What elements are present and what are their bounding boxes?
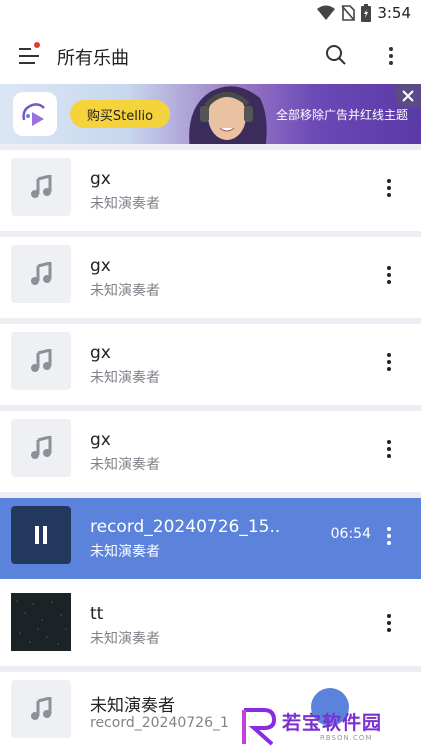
track-more-button[interactable]: [379, 524, 399, 548]
track-cover: [11, 245, 71, 303]
track-artist: 未知演奏者: [90, 544, 160, 560]
track-cover-art: [11, 593, 71, 651]
more-vert-icon: [387, 527, 391, 545]
track-cover: [11, 332, 71, 390]
row-divider: [0, 318, 421, 324]
app-bar: 所有乐曲: [0, 28, 421, 84]
track-row[interactable]: gx 未知演奏者: [0, 144, 421, 231]
buy-stellio-button[interactable]: 购买Stellio: [70, 100, 170, 128]
ad-model-image: [189, 86, 267, 144]
more-vert-icon: [387, 440, 391, 458]
track-more-button[interactable]: [379, 350, 399, 374]
music-note-icon: [31, 349, 52, 372]
track-artist: 未知演奏者: [90, 631, 160, 647]
row-divider: [0, 231, 421, 237]
pause-button[interactable]: [11, 506, 71, 564]
music-note-icon: [31, 175, 52, 198]
overflow-menu-button[interactable]: [379, 44, 403, 68]
track-row[interactable]: gx 未知演奏者: [0, 318, 421, 405]
track-title: gx: [90, 430, 111, 450]
row-divider: [0, 144, 421, 150]
track-cover: [11, 158, 71, 216]
battery-icon: [361, 4, 372, 22]
close-icon: [402, 90, 414, 102]
menu-icon: [19, 48, 39, 64]
track-duration: 06:54: [330, 526, 371, 542]
notification-dot: [34, 42, 40, 48]
more-vert-icon: [387, 614, 391, 632]
track-title: gx: [90, 343, 111, 363]
more-vert-icon: [389, 47, 393, 65]
watermark-subtext: RBSON.COM: [320, 734, 373, 742]
clock: 3:54: [377, 4, 411, 22]
track-artist: 未知演奏者: [90, 370, 160, 386]
track-list: gx 未知演奏者 gx 未知演奏者 gx 未知演奏者 gx 未知演奏者 reco…: [0, 144, 421, 748]
track-title: gx: [90, 169, 111, 189]
more-vert-icon: [387, 353, 391, 371]
music-note-icon: [31, 262, 52, 285]
row-divider: [0, 666, 421, 672]
track-row-now-playing[interactable]: record_20240726_15.. 未知演奏者 06:54: [0, 492, 421, 579]
page-title: 所有乐曲: [57, 48, 129, 69]
menu-button[interactable]: [16, 42, 44, 70]
track-more-button[interactable]: [379, 176, 399, 200]
ad-promo-text: 全部移除广告并红线主题: [275, 108, 408, 122]
stellio-logo-icon: [22, 103, 45, 126]
track-artist: record_20240726_1: [90, 715, 229, 731]
track-cover: [11, 680, 71, 738]
stellio-logo: [13, 92, 57, 136]
ad-banner[interactable]: 购买Stellio 全部移除广告并红线主题: [0, 84, 421, 144]
more-vert-icon: [387, 266, 391, 284]
wifi-icon: [317, 5, 336, 20]
track-row[interactable]: gx 未知演奏者: [0, 405, 421, 492]
row-divider: [0, 405, 421, 411]
watermark-text: 若宝软件园: [282, 712, 383, 734]
track-title: 未知演奏者: [90, 696, 175, 716]
track-more-button[interactable]: [379, 611, 399, 635]
track-title: tt: [90, 604, 104, 624]
track-more-button[interactable]: [379, 437, 399, 461]
album-art-image: [11, 593, 71, 651]
more-vert-icon: [387, 179, 391, 197]
search-icon: [326, 45, 346, 65]
pause-icon: [35, 526, 47, 544]
no-sim-icon: [341, 5, 356, 21]
search-button[interactable]: [325, 44, 349, 68]
status-bar: 3:54: [0, 0, 421, 28]
track-artist: 未知演奏者: [90, 457, 160, 473]
status-icons: 3:54: [317, 4, 411, 22]
track-more-button[interactable]: [379, 263, 399, 287]
track-row[interactable]: tt 未知演奏者: [0, 579, 421, 666]
track-artist: 未知演奏者: [90, 196, 160, 212]
ad-close-button[interactable]: [395, 84, 421, 108]
track-row[interactable]: gx 未知演奏者: [0, 231, 421, 318]
track-title: gx: [90, 256, 111, 276]
track-title: record_20240726_15..: [90, 517, 281, 537]
row-divider: [0, 492, 421, 498]
track-artist: 未知演奏者: [90, 283, 160, 299]
music-note-icon: [31, 697, 52, 720]
track-cover: [11, 419, 71, 477]
music-note-icon: [31, 436, 52, 459]
